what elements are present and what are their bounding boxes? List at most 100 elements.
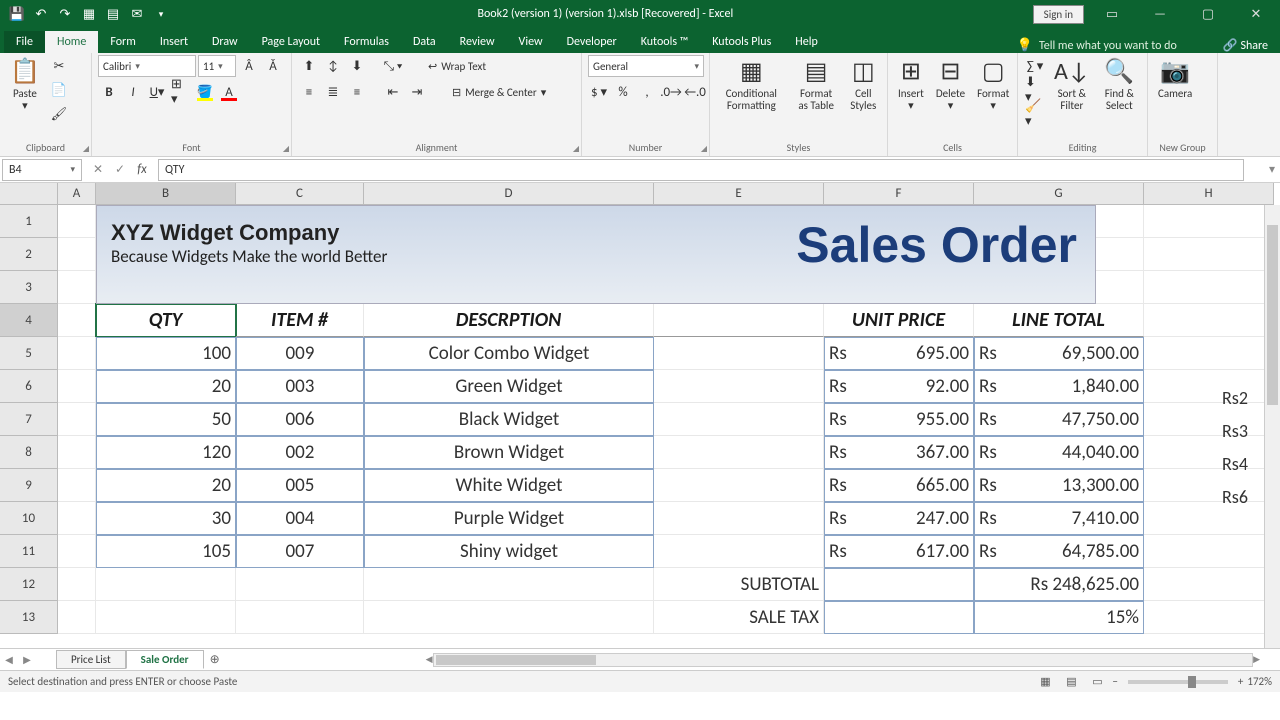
qat-customize-icon[interactable]: ▾ [150, 3, 172, 25]
tab-insert[interactable]: Insert [148, 31, 200, 53]
qat-grid-icon[interactable]: ▦ [78, 3, 100, 25]
row-header-7[interactable]: 7 [0, 403, 58, 436]
page-break-view-icon[interactable]: ▭ [1086, 673, 1108, 691]
saletax-value[interactable]: 15% [974, 601, 1144, 634]
tab-formulas[interactable]: Formulas [332, 31, 401, 53]
format-cells-button[interactable]: ▢Format▾ [973, 55, 1013, 114]
align-left-icon[interactable]: ≡ [298, 81, 320, 103]
underline-button[interactable]: U ▾ [146, 81, 168, 103]
cell[interactable] [58, 370, 96, 403]
cell-line-total[interactable]: Rs7,410.00 [974, 502, 1144, 535]
decrease-font-icon[interactable]: Ǎ [262, 55, 284, 77]
row-header-6[interactable]: 6 [0, 370, 58, 403]
tab-kutools-plus[interactable]: Kutools Plus [700, 31, 783, 53]
name-box[interactable]: B4▾ [2, 159, 82, 181]
saletax-label[interactable]: SALE TAX [654, 601, 824, 634]
cell[interactable] [654, 403, 824, 436]
row-header-12[interactable]: 12 [0, 568, 58, 601]
cell-unit-price[interactable]: Rs665.00 [824, 469, 974, 502]
overflow-cell[interactable]: Rs4 [1222, 453, 1248, 475]
cell-line-total[interactable]: Rs47,750.00 [974, 403, 1144, 436]
cell-description[interactable]: White Widget [364, 469, 654, 502]
tab-page-layout[interactable]: Page Layout [250, 31, 332, 53]
cell-line-total[interactable]: Rs1,840.00 [974, 370, 1144, 403]
header-line-total[interactable]: LINE TOTAL [974, 304, 1144, 337]
column-header-G[interactable]: G [974, 183, 1144, 205]
cell-item[interactable]: 005 [236, 469, 364, 502]
increase-decimal-icon[interactable]: .0→ [660, 81, 682, 103]
font-launcher-icon[interactable]: ◢ [283, 144, 289, 154]
row-header-11[interactable]: 11 [0, 535, 58, 568]
column-header-C[interactable]: C [236, 183, 364, 205]
cell-item[interactable]: 003 [236, 370, 364, 403]
cell-line-total[interactable]: Rs64,785.00 [974, 535, 1144, 568]
column-header-B[interactable]: B [96, 183, 236, 205]
tab-home[interactable]: Home [45, 31, 98, 53]
font-size-combo[interactable]: 11▾ [198, 55, 236, 77]
cell[interactable] [1144, 601, 1274, 634]
cell[interactable] [1144, 568, 1274, 601]
cell[interactable] [364, 568, 654, 601]
cell[interactable] [58, 304, 96, 337]
cell[interactable] [1144, 238, 1274, 271]
indent-decrease-icon[interactable]: ⇤ [382, 81, 404, 103]
font-name-combo[interactable]: Calibri▾ [98, 55, 196, 77]
column-header-A[interactable]: A [58, 183, 96, 205]
redo-icon[interactable]: ↷ [54, 3, 76, 25]
number-format-combo[interactable]: General▾ [588, 55, 704, 77]
column-header-F[interactable]: F [824, 183, 974, 205]
tab-kutools[interactable]: Kutools ™ [629, 31, 701, 53]
align-center-icon[interactable]: ≣ [322, 81, 344, 103]
cell-qty[interactable]: 30 [96, 502, 236, 535]
new-sheet-icon[interactable]: ⊕ [204, 652, 226, 667]
italic-button[interactable]: I [122, 81, 144, 103]
tab-draw[interactable]: Draw [200, 31, 250, 53]
cell-item[interactable]: 002 [236, 436, 364, 469]
tab-file[interactable]: File [4, 31, 45, 53]
indent-increase-icon[interactable]: ⇥ [406, 81, 428, 103]
cell[interactable] [58, 436, 96, 469]
tell-me-input[interactable]: Tell me what you want to do [1039, 39, 1177, 53]
cell[interactable] [654, 469, 824, 502]
row-header-1[interactable]: 1 [0, 205, 58, 238]
conditional-formatting-button[interactable]: ▦Conditional Formatting [716, 55, 787, 114]
cell-unit-price[interactable]: Rs617.00 [824, 535, 974, 568]
cell[interactable] [58, 601, 96, 634]
cell[interactable] [1144, 436, 1274, 469]
sign-in-button[interactable]: Sign in [1033, 5, 1084, 24]
cell-unit-price[interactable]: Rs955.00 [824, 403, 974, 436]
cut-icon[interactable]: ✂ [48, 55, 70, 77]
cell-item[interactable]: 006 [236, 403, 364, 436]
sort-filter-button[interactable]: A↓Sort & Filter [1050, 55, 1094, 114]
cell-line-total[interactable]: Rs44,040.00 [974, 436, 1144, 469]
cell-item[interactable]: 009 [236, 337, 364, 370]
zoom-in-icon[interactable]: + [1238, 675, 1243, 688]
maximize-icon[interactable]: ▢ [1188, 1, 1228, 27]
row-header-5[interactable]: 5 [0, 337, 58, 370]
cell[interactable] [654, 535, 824, 568]
cell-line-total[interactable]: Rs13,300.00 [974, 469, 1144, 502]
clipboard-launcher-icon[interactable]: ◢ [83, 144, 89, 154]
vertical-scrollbar[interactable] [1264, 205, 1280, 648]
formula-expand-icon[interactable]: ▾ [1264, 162, 1280, 177]
cell-item[interactable]: 007 [236, 535, 364, 568]
qat-mail-icon[interactable]: ✉ [126, 3, 148, 25]
fill-icon[interactable]: ⬇ ▾ [1024, 79, 1046, 101]
column-header-H[interactable]: H [1144, 183, 1274, 205]
sheet-tab-sale-order[interactable]: Sale Order [126, 650, 204, 669]
cell-description[interactable]: Shiny widget [364, 535, 654, 568]
cell-unit-price[interactable]: Rs695.00 [824, 337, 974, 370]
border-button[interactable]: ⊞ ▾ [170, 81, 192, 103]
cell-item[interactable]: 004 [236, 502, 364, 535]
tab-developer[interactable]: Developer [555, 31, 629, 53]
fill-color-button[interactable]: 🪣 [194, 81, 216, 103]
bold-button[interactable]: B [98, 81, 120, 103]
cell[interactable] [58, 502, 96, 535]
overflow-cell[interactable]: Rs3 [1222, 420, 1248, 442]
tab-help[interactable]: Help [783, 31, 830, 53]
increase-font-icon[interactable]: Â [238, 55, 260, 77]
cell-qty[interactable]: 105 [96, 535, 236, 568]
comma-icon[interactable]: , [636, 81, 658, 103]
cell[interactable] [96, 601, 236, 634]
sheet-nav-prev-icon[interactable]: ◀ [0, 653, 18, 666]
